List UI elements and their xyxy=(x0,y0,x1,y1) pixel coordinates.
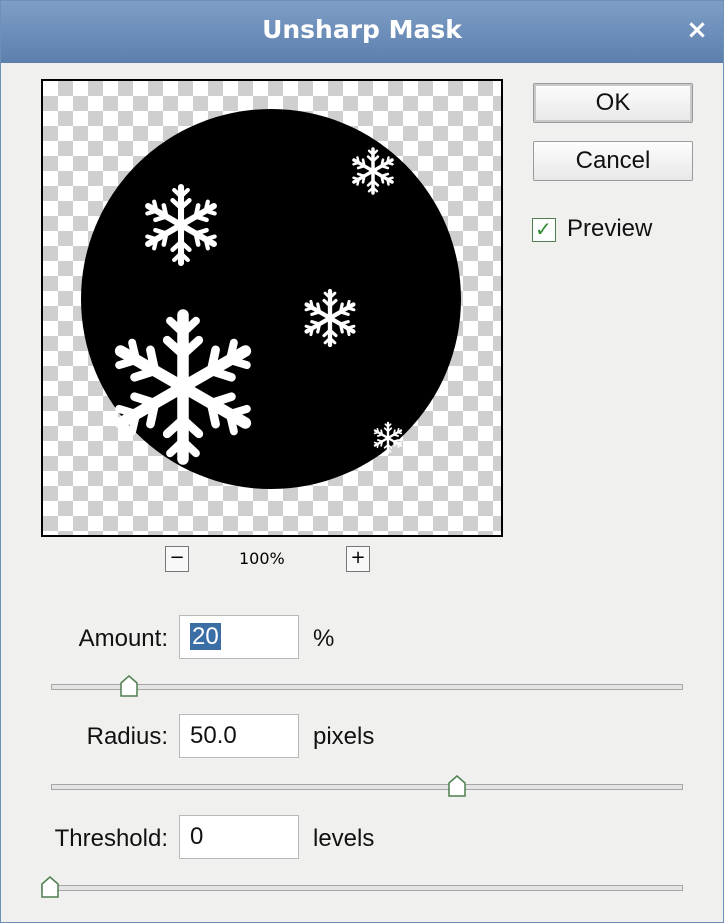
radius-field[interactable]: 50.0 xyxy=(179,714,299,758)
checkmark-icon: ✓ xyxy=(535,217,552,241)
amount-label: Amount: xyxy=(78,625,168,652)
radius-unit: pixels xyxy=(313,723,375,750)
zoom-out-button[interactable]: − xyxy=(165,546,189,572)
preview-checkbox[interactable]: ✓ xyxy=(532,217,556,242)
preview-graphic xyxy=(81,109,461,489)
title-bar[interactable]: Unsharp Mask × xyxy=(1,1,723,63)
preview-image[interactable] xyxy=(41,79,503,537)
threshold-unit: levels xyxy=(313,825,375,852)
radius-slider-track[interactable] xyxy=(51,784,683,790)
threshold-slider-track[interactable] xyxy=(41,885,683,891)
zoom-in-button[interactable]: + xyxy=(346,546,370,572)
amount-slider-track[interactable] xyxy=(51,684,683,690)
zoom-level: 100% xyxy=(239,549,285,568)
globe-shape xyxy=(81,109,461,489)
ok-button[interactable]: OK xyxy=(533,83,693,123)
radius-label: Radius: xyxy=(86,723,168,750)
amount-value: 20 xyxy=(190,623,221,650)
amount-unit: % xyxy=(313,625,335,652)
unsharp-mask-dialog: Unsharp Mask × − 100% + OK Cancel ✓ Prev… xyxy=(0,0,724,923)
preview-checkbox-label[interactable]: Preview xyxy=(567,215,652,243)
amount-field[interactable]: 20 xyxy=(179,615,299,659)
dialog-title: Unsharp Mask xyxy=(262,15,462,44)
threshold-slider-thumb[interactable] xyxy=(41,876,59,898)
cancel-button[interactable]: Cancel xyxy=(533,141,693,181)
radius-slider-thumb[interactable] xyxy=(448,775,466,797)
threshold-field[interactable]: 0 xyxy=(179,815,299,859)
amount-slider-thumb[interactable] xyxy=(120,675,139,697)
threshold-label: Threshold: xyxy=(54,825,168,852)
close-icon[interactable]: × xyxy=(683,15,711,45)
